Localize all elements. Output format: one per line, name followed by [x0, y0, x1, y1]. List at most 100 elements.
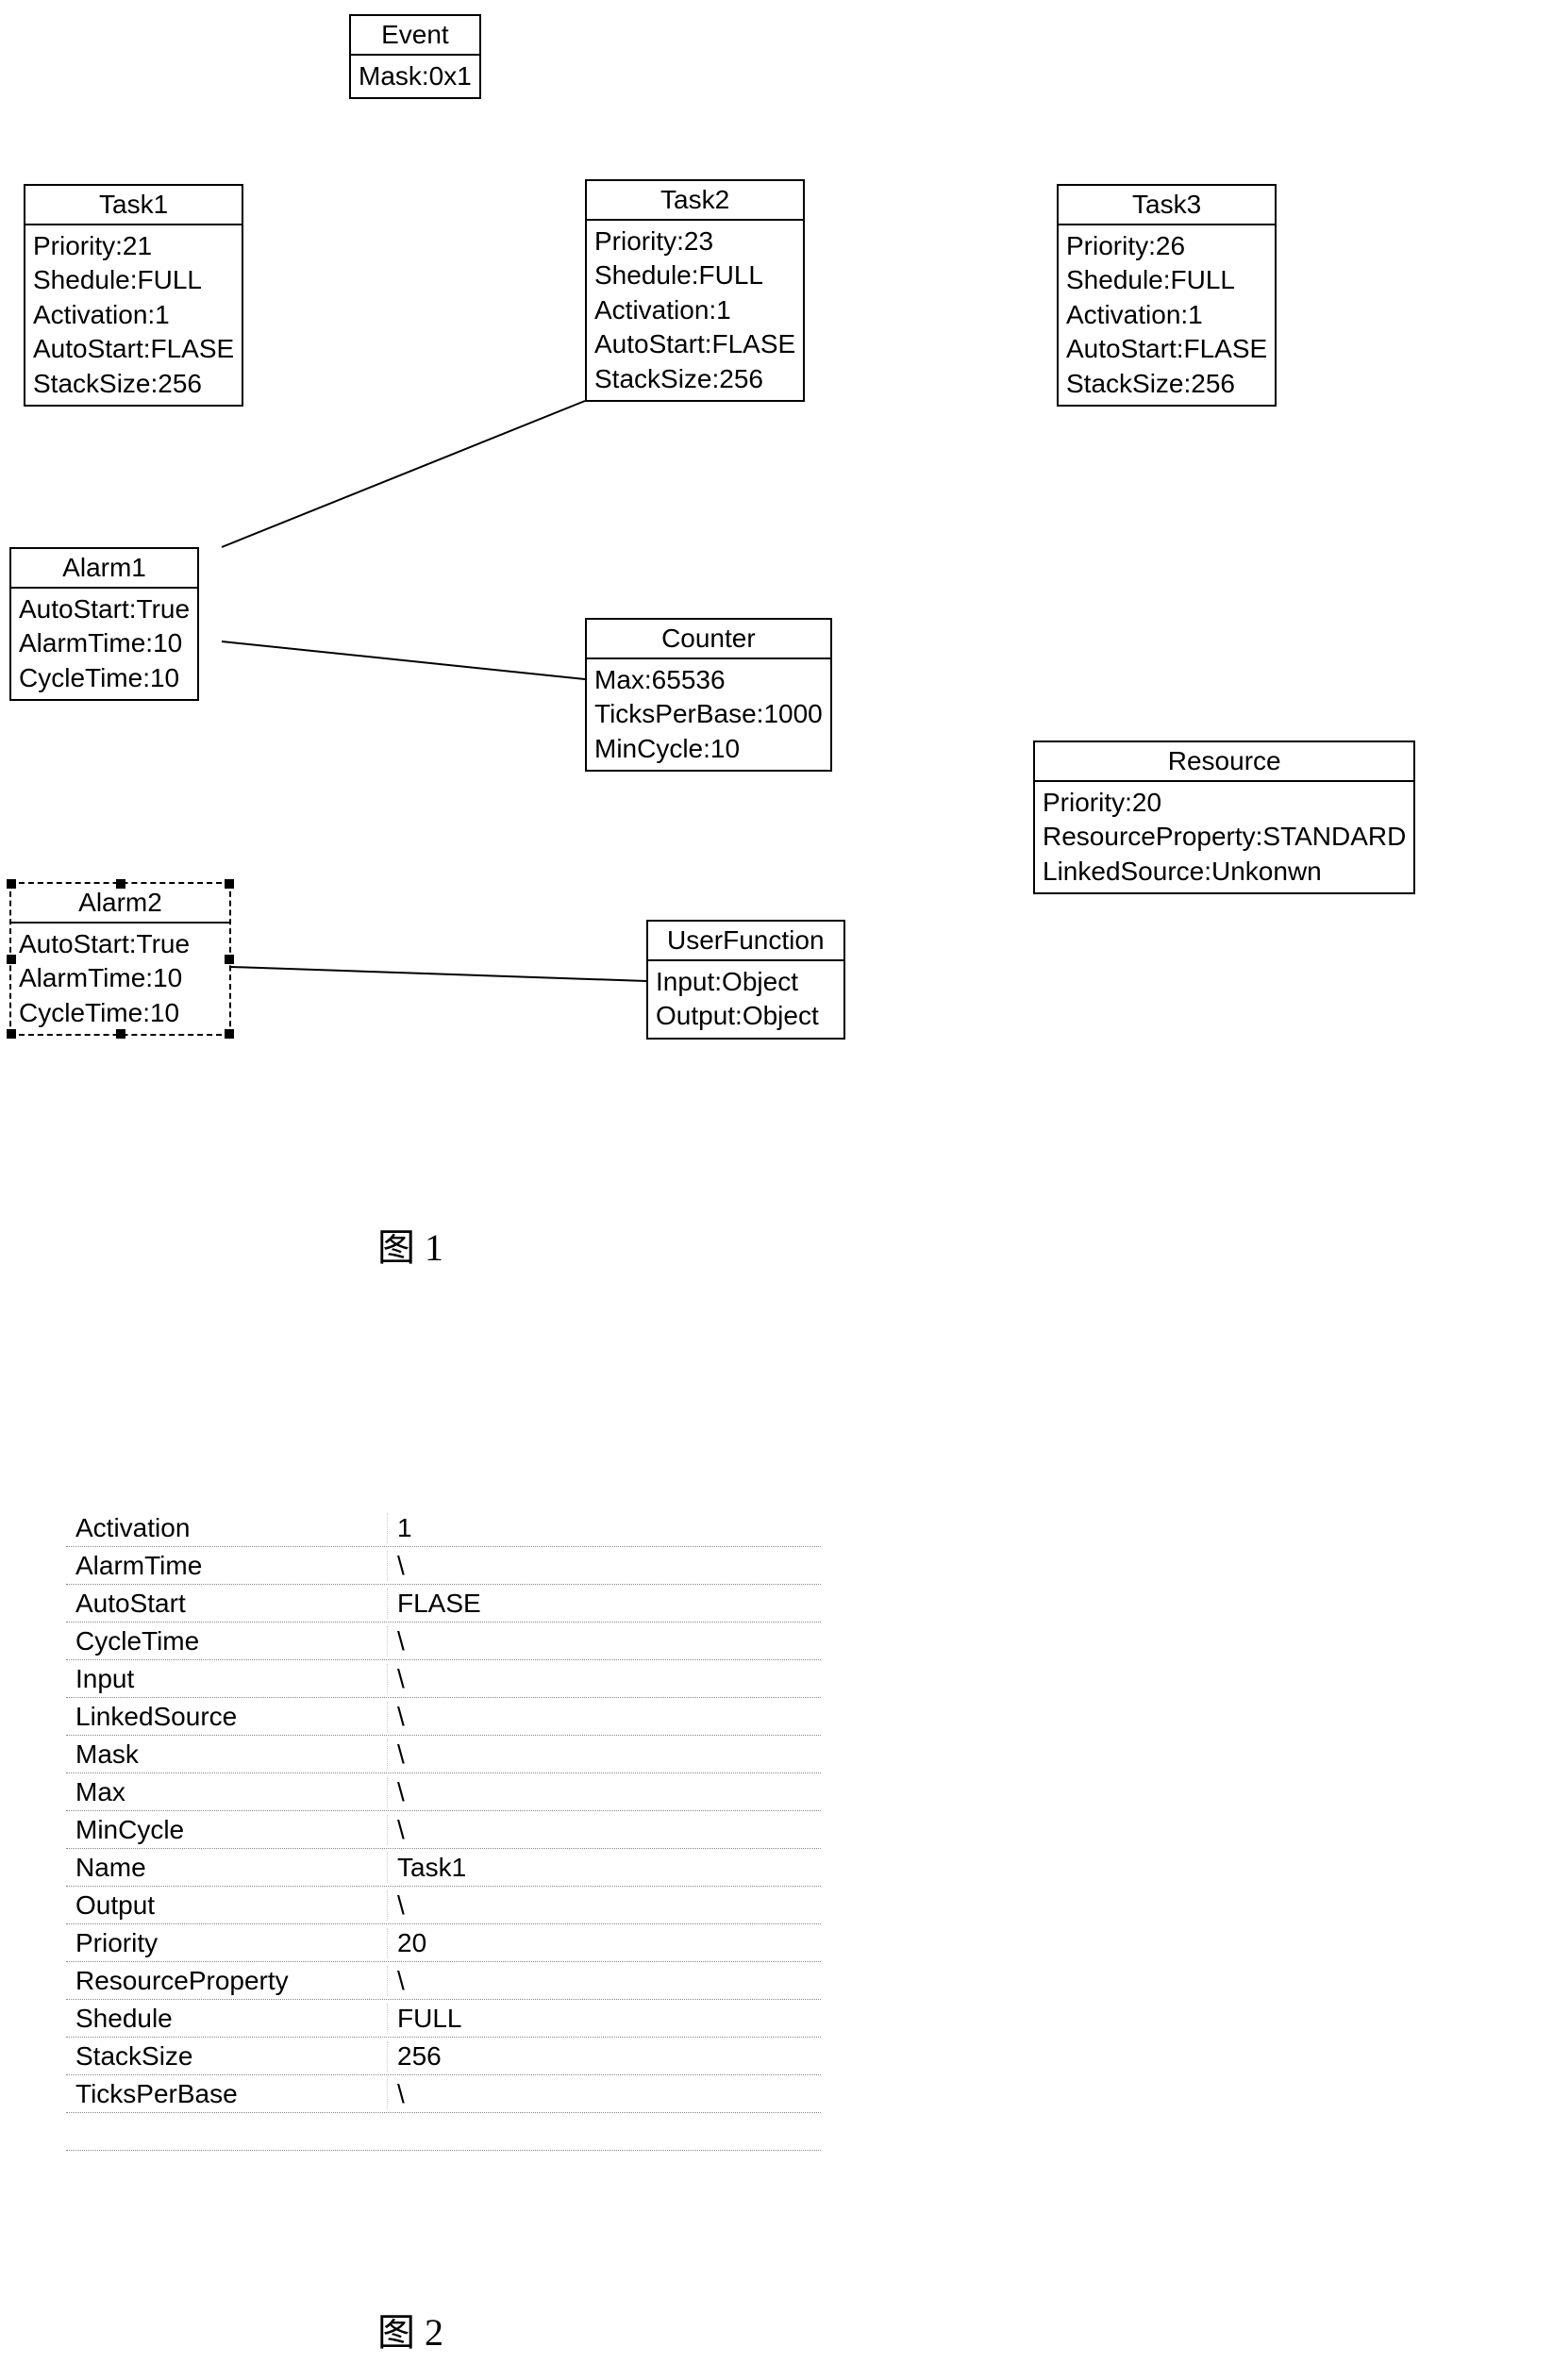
- alarm1-alarmtime: AlarmTime:10: [19, 626, 190, 660]
- property-value[interactable]: \: [387, 1551, 764, 1581]
- alarm1-cycletime: CycleTime:10: [19, 661, 190, 695]
- property-value[interactable]: \: [387, 1664, 764, 1694]
- counter-mincycle: MinCycle:10: [594, 732, 823, 766]
- alarm2-title: Alarm2: [11, 884, 229, 924]
- property-row[interactable]: Input\: [66, 1660, 821, 1698]
- property-key: Priority: [66, 1928, 387, 1958]
- property-row[interactable]: Priority20: [66, 1924, 821, 1962]
- property-key: Shedule: [66, 2004, 387, 2034]
- task3-box[interactable]: Task3 Priority:26 Shedule:FULL Activatio…: [1057, 184, 1277, 407]
- task1-priority: Priority:21: [33, 229, 234, 263]
- property-key: Input: [66, 1664, 387, 1694]
- property-key: AutoStart: [66, 1589, 387, 1619]
- task1-activation: Activation:1: [33, 298, 234, 332]
- event-box[interactable]: Event Mask:0x1: [349, 14, 481, 99]
- task2-title: Task2: [587, 181, 803, 221]
- property-row[interactable]: CycleTime\: [66, 1623, 821, 1660]
- counter-title: Counter: [587, 620, 830, 659]
- task3-priority: Priority:26: [1066, 229, 1267, 263]
- resize-handle[interactable]: [225, 955, 234, 964]
- property-key: Max: [66, 1777, 387, 1807]
- property-value[interactable]: 20: [387, 1928, 764, 1958]
- task3-title: Task3: [1059, 186, 1275, 225]
- userfunction-input: Input:Object: [656, 965, 836, 999]
- resize-handle[interactable]: [7, 1029, 16, 1039]
- resource-box[interactable]: Resource Priority:20 ResourceProperty:ST…: [1033, 741, 1415, 894]
- task1-autostart: AutoStart:FLASE: [33, 332, 234, 366]
- counter-max: Max:65536: [594, 663, 823, 697]
- property-key: Name: [66, 1853, 387, 1883]
- task3-activation: Activation:1: [1066, 298, 1267, 332]
- resource-priority: Priority:20: [1043, 786, 1406, 820]
- property-row[interactable]: StackSize256: [66, 2038, 821, 2075]
- property-key: TicksPerBase: [66, 2079, 387, 2109]
- alarm2-box[interactable]: Alarm2 AutoStart:True AlarmTime:10 Cycle…: [9, 882, 231, 1036]
- property-row[interactable]: Output\: [66, 1887, 821, 1924]
- property-grid[interactable]: Activation1AlarmTime\AutoStartFLASECycle…: [66, 1509, 821, 2151]
- property-value[interactable]: Task1: [387, 1853, 764, 1883]
- task1-box[interactable]: Task1 Priority:21 Shedule:FULL Activatio…: [24, 184, 243, 407]
- task3-schedule: Shedule:FULL: [1066, 263, 1267, 297]
- resource-linkedsource: LinkedSource:Unkonwn: [1043, 855, 1406, 889]
- property-value[interactable]: \: [387, 1966, 764, 1996]
- property-row[interactable]: Activation1: [66, 1509, 821, 1547]
- property-value[interactable]: \: [387, 2079, 764, 2109]
- property-value[interactable]: FLASE: [387, 1589, 764, 1619]
- property-value[interactable]: FULL: [387, 2004, 764, 2034]
- figure2-label: 图 2: [377, 2302, 443, 2356]
- property-value[interactable]: \: [387, 1777, 764, 1807]
- property-key: MinCycle: [66, 1815, 387, 1845]
- property-row-empty: [66, 2113, 821, 2151]
- resource-title: Resource: [1035, 742, 1413, 782]
- property-row[interactable]: LinkedSource\: [66, 1698, 821, 1736]
- task1-title: Task1: [25, 186, 242, 225]
- property-key: ResourceProperty: [66, 1966, 387, 1996]
- counter-box[interactable]: Counter Max:65536 TicksPerBase:1000 MinC…: [585, 618, 832, 772]
- resize-handle[interactable]: [225, 1029, 234, 1039]
- resize-handle[interactable]: [225, 879, 234, 889]
- diagram-canvas: Event Mask:0x1 Task1 Priority:21 Shedule…: [0, 0, 1553, 2380]
- task2-box[interactable]: Task2 Priority:23 Shedule:FULL Activatio…: [585, 179, 805, 402]
- event-mask: Mask:0x1: [359, 59, 472, 93]
- property-row[interactable]: AlarmTime\: [66, 1547, 821, 1585]
- property-value[interactable]: \: [387, 1815, 764, 1845]
- resize-handle[interactable]: [7, 879, 16, 889]
- property-key: Activation: [66, 1513, 387, 1543]
- task3-autostart: AutoStart:FLASE: [1066, 332, 1267, 366]
- property-value[interactable]: 256: [387, 2041, 764, 2072]
- alarm2-alarmtime: AlarmTime:10: [19, 961, 222, 995]
- property-value[interactable]: \: [387, 1739, 764, 1770]
- property-key: Mask: [66, 1739, 387, 1770]
- alarm2-cycletime: CycleTime:10: [19, 996, 222, 1030]
- alarm1-box[interactable]: Alarm1 AutoStart:True AlarmTime:10 Cycle…: [9, 547, 199, 701]
- property-value[interactable]: \: [387, 1890, 764, 1921]
- task2-stacksize: StackSize:256: [594, 362, 795, 396]
- property-value[interactable]: \: [387, 1626, 764, 1656]
- property-row[interactable]: NameTask1: [66, 1849, 821, 1887]
- alarm1-title: Alarm1: [11, 549, 197, 589]
- resize-handle[interactable]: [116, 1029, 125, 1039]
- task1-schedule: Shedule:FULL: [33, 263, 234, 297]
- resize-handle[interactable]: [116, 879, 125, 889]
- property-key: Output: [66, 1890, 387, 1921]
- userfunction-box[interactable]: UserFunction Input:Object Output:Object: [646, 920, 845, 1040]
- property-row[interactable]: TicksPerBase\: [66, 2075, 821, 2113]
- property-row[interactable]: Max\: [66, 1773, 821, 1811]
- property-key: LinkedSource: [66, 1702, 387, 1732]
- property-key: StackSize: [66, 2041, 387, 2072]
- property-key: AlarmTime: [66, 1551, 387, 1581]
- property-value[interactable]: 1: [387, 1513, 764, 1543]
- resize-handle[interactable]: [7, 955, 16, 964]
- task1-stacksize: StackSize:256: [33, 367, 234, 401]
- property-row[interactable]: SheduleFULL: [66, 2000, 821, 2038]
- counter-ticksperbase: TicksPerBase:1000: [594, 697, 823, 731]
- task2-schedule: Shedule:FULL: [594, 258, 795, 292]
- property-row[interactable]: Mask\: [66, 1736, 821, 1773]
- property-row[interactable]: MinCycle\: [66, 1811, 821, 1849]
- property-row[interactable]: ResourceProperty\: [66, 1962, 821, 2000]
- event-title: Event: [351, 16, 479, 56]
- property-row[interactable]: AutoStartFLASE: [66, 1585, 821, 1623]
- task2-autostart: AutoStart:FLASE: [594, 327, 795, 361]
- alarm1-autostart: AutoStart:True: [19, 592, 190, 626]
- property-value[interactable]: \: [387, 1702, 764, 1732]
